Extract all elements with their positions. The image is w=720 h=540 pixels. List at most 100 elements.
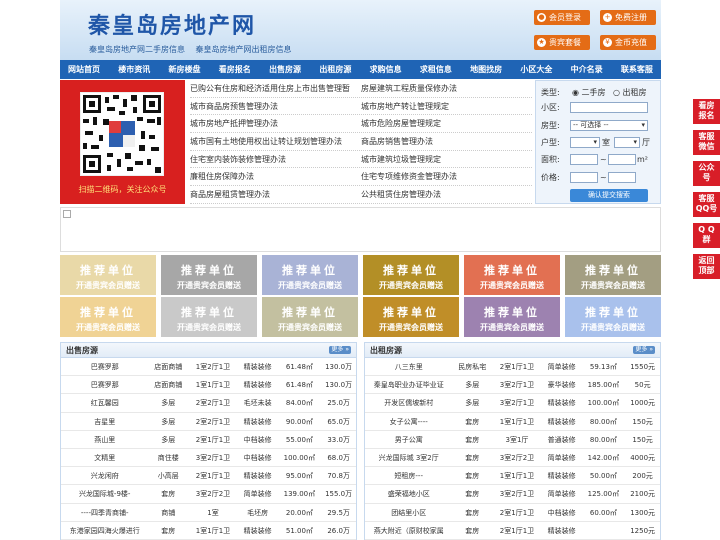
nav-home[interactable]: 网站首页 bbox=[68, 60, 100, 79]
login-button[interactable]: ● 会员登录 bbox=[534, 10, 590, 25]
regulation-link[interactable]: 商品房屋租赁管理办法 bbox=[190, 186, 361, 203]
table-cell[interactable]: 巴赛罗那 bbox=[61, 376, 148, 393]
sidebar-back-to-top[interactable]: 返回 顶部 bbox=[693, 254, 720, 279]
regulation-link[interactable]: 住宅室内装饰装修管理办法 bbox=[190, 151, 361, 168]
rent-more-button[interactable]: 更多 » bbox=[633, 346, 655, 354]
table-row[interactable]: 团结里小区 套房 2室1厅1卫 中档装修 60.00㎡ 1300元 bbox=[365, 504, 660, 522]
table-cell[interactable]: 文精里 bbox=[61, 449, 148, 466]
table-cell[interactable]: 东港家园四海火爆进行 bbox=[61, 522, 148, 539]
table-row[interactable]: 巴赛罗那 店面商铺 1室2厅1卫 精装装修 61.48㎡ 130.0万 bbox=[61, 358, 356, 377]
radio-sale[interactable]: ◉ 二手房 bbox=[572, 87, 606, 98]
regulation-link[interactable]: 廉租住房保障办法 bbox=[190, 168, 361, 185]
vip-package-button[interactable]: ★ 贵宾套餐 bbox=[534, 35, 590, 50]
nav-sale-listings[interactable]: 出售房源 bbox=[269, 60, 301, 79]
regulation-link[interactable]: 城市危险房屋管理规定 bbox=[361, 115, 532, 132]
hall-count-select[interactable]: ▾ bbox=[614, 137, 640, 148]
table-cell[interactable]: 兴龙国际城 3室2厅 bbox=[365, 449, 452, 466]
recommended-unit-slot[interactable]: 推荐单位 开通贵宾会员赠送 bbox=[60, 297, 156, 337]
recommended-unit-slot[interactable]: 推荐单位 开通贵宾会员赠送 bbox=[262, 255, 358, 295]
table-row[interactable]: ----四季青商铺- 商铺 1室 毛坯房 20.00㎡ 29.5万 bbox=[61, 504, 356, 522]
table-row[interactable]: 东港家园四海火爆进行 套房 1室1厅1卫 精装装修 51.00㎡ 26.0万 bbox=[61, 522, 356, 540]
recommended-unit-slot[interactable]: 推荐单位 开通贵宾会员赠送 bbox=[464, 297, 560, 337]
table-row[interactable]: 盛荣福地小区 套房 3室2厅1卫 简单装修 125.00㎡ 2100元 bbox=[365, 485, 660, 504]
nav-rent-listings[interactable]: 出租房源 bbox=[319, 60, 351, 79]
table-row[interactable]: 秦皇岛职业办证毕业证 多层 3室2厅1卫 豪华装修 185.00㎡ 50元 bbox=[365, 376, 660, 395]
regulation-link[interactable]: 已购公有住房和经济适用住房上市出售管理暂 bbox=[190, 80, 361, 97]
recommended-unit-slot[interactable]: 推荐单位 开通贵宾会员赠送 bbox=[161, 297, 257, 337]
table-row[interactable]: 兴龙国际城 3室2厅 套房 3室2厅2卫 简单装修 142.00㎡ 4000元 bbox=[365, 449, 660, 468]
link-sale-info[interactable]: 秦皇岛房地产网二手房信息 bbox=[89, 45, 185, 54]
table-row[interactable]: 八三东里 民房私宅 2室1厅1卫 简单装修 59.13㎡ 1550元 bbox=[365, 358, 660, 377]
table-cell[interactable]: 开发区儒坡新村 bbox=[365, 394, 452, 411]
regulation-link[interactable]: 城市商品房预售管理办法 bbox=[190, 98, 361, 115]
coin-recharge-button[interactable]: ¥ 金币充值 bbox=[600, 35, 656, 50]
table-cell[interactable]: 男子公寓 bbox=[365, 431, 452, 448]
area-min-input[interactable] bbox=[570, 154, 598, 165]
table-cell[interactable]: 八三东里 bbox=[365, 358, 452, 375]
sidebar-wechat[interactable]: 客服 微信 bbox=[693, 130, 720, 155]
table-cell[interactable]: 秦皇岛职业办证毕业证 bbox=[365, 376, 452, 393]
table-cell[interactable]: 红瓦馨园 bbox=[61, 394, 148, 411]
nav-wanted-buy[interactable]: 求购信息 bbox=[370, 60, 402, 79]
table-row[interactable]: 吉星里 多层 2室2厅1卫 精装装修 90.00㎡ 65.0万 bbox=[61, 413, 356, 431]
table-cell[interactable]: ----四季青商铺- bbox=[61, 504, 148, 521]
room-count-select[interactable]: ▾ bbox=[570, 137, 600, 148]
sidebar-viewing-signup[interactable]: 看房 报名 bbox=[693, 99, 720, 124]
table-row[interactable]: 男子公寓 套房 3室1厅 普通装修 80.00㎡ 150元 bbox=[365, 431, 660, 449]
banner-ad[interactable] bbox=[60, 207, 661, 252]
sidebar-qq[interactable]: 客服 QQ号 bbox=[693, 192, 720, 217]
table-cell[interactable]: 女子公寓---- bbox=[365, 413, 452, 430]
search-submit-button[interactable]: 确认提交搜索 bbox=[570, 189, 648, 202]
room-type-select[interactable]: -- 可选择 -- ▾ bbox=[570, 120, 648, 131]
recommended-unit-slot[interactable]: 推荐单位 开通贵宾会员赠送 bbox=[161, 255, 257, 295]
table-cell[interactable]: 吉星里 bbox=[61, 413, 148, 430]
table-cell[interactable]: 盛荣福地小区 bbox=[365, 485, 452, 502]
regulation-link[interactable]: 城市国有土地使用权出让转让规划管理办法 bbox=[190, 133, 361, 150]
table-cell[interactable]: 燕大附近（原财校家属 bbox=[365, 522, 452, 539]
table-cell[interactable]: 短租房--- bbox=[365, 467, 452, 484]
nav-news[interactable]: 楼市资讯 bbox=[118, 60, 150, 79]
table-row[interactable]: 开发区儒坡新村 多层 3室2厅1卫 精装装修 100.00㎡ 1000元 bbox=[365, 394, 660, 413]
table-cell[interactable]: 兴龙国际城-9楼- bbox=[61, 485, 148, 502]
recommended-unit-slot[interactable]: 推荐单位 开通贵宾会员赠送 bbox=[363, 297, 459, 337]
regulation-link[interactable]: 商品房销售管理办法 bbox=[361, 133, 532, 150]
radio-rent[interactable]: ○ 出租房 bbox=[613, 87, 647, 98]
recommended-unit-slot[interactable]: 推荐单位 开通贵宾会员赠送 bbox=[60, 255, 156, 295]
regulation-link[interactable]: 公共租赁住房管理办法 bbox=[361, 186, 532, 203]
recommended-unit-slot[interactable]: 推荐单位 开通贵宾会员赠送 bbox=[565, 297, 661, 337]
nav-viewing-signup[interactable]: 看房报名 bbox=[219, 60, 251, 79]
price-max-input[interactable] bbox=[608, 172, 636, 183]
nav-agencies[interactable]: 中介名录 bbox=[571, 60, 603, 79]
recommended-unit-slot[interactable]: 推荐单位 开通贵宾会员赠送 bbox=[565, 255, 661, 295]
table-row[interactable]: 短租房--- 套房 1室1厅1卫 精装装修 50.00㎡ 200元 bbox=[365, 467, 660, 486]
nav-wanted-rent[interactable]: 求租信息 bbox=[420, 60, 452, 79]
table-cell[interactable]: 燕山里 bbox=[61, 431, 148, 448]
nav-map-search[interactable]: 地图找房 bbox=[470, 60, 502, 79]
table-cell[interactable]: 巴赛罗那 bbox=[61, 358, 148, 375]
sidebar-qq-group[interactable]: Q Q 群 bbox=[693, 223, 720, 248]
community-input[interactable] bbox=[570, 102, 648, 113]
table-row[interactable]: 红瓦馨园 多层 2室2厅1卫 毛坯未装 84.00㎡ 25.0万 bbox=[61, 394, 356, 413]
regulation-link[interactable]: 城市房地产抵押管理办法 bbox=[190, 115, 361, 132]
table-row[interactable]: 文精里 商住楼 3室2厅1卫 中档装修 100.00㎡ 68.0万 bbox=[61, 449, 356, 468]
regulation-link[interactable]: 房屋建筑工程质量保修办法 bbox=[361, 80, 532, 97]
recommended-unit-slot[interactable]: 推荐单位 开通贵宾会员赠送 bbox=[262, 297, 358, 337]
price-min-input[interactable] bbox=[570, 172, 598, 183]
table-row[interactable]: 女子公寓---- 套房 1室1厅1卫 精装装修 80.00㎡ 150元 bbox=[365, 413, 660, 431]
table-row[interactable]: 巴赛罗那 店面商铺 1室1厅1卫 精装装修 61.48㎡ 130.0万 bbox=[61, 376, 356, 395]
table-row[interactable]: 兴龙闲府 小高层 2室1厅1卫 精装装修 95.00㎡ 70.8万 bbox=[61, 467, 356, 486]
site-title[interactable]: 秦皇岛房地产网 bbox=[88, 8, 256, 40]
link-rent-info[interactable]: 秦皇岛房地产网出租房信息 bbox=[196, 45, 292, 54]
nav-new-homes[interactable]: 新房楼盘 bbox=[169, 60, 201, 79]
nav-contact[interactable]: 联系客服 bbox=[621, 60, 653, 79]
table-row[interactable]: 燕山里 多层 2室1厅1卫 中档装修 55.00㎡ 33.0万 bbox=[61, 431, 356, 449]
regulation-link[interactable]: 住宅专项维修资金管理办法 bbox=[361, 168, 532, 185]
sale-more-button[interactable]: 更多 » bbox=[329, 346, 351, 354]
regulation-link[interactable]: 城市房地产转让管理规定 bbox=[361, 98, 532, 115]
table-cell[interactable]: 团结里小区 bbox=[365, 504, 452, 521]
nav-communities[interactable]: 小区大全 bbox=[520, 60, 552, 79]
area-max-input[interactable] bbox=[608, 154, 636, 165]
recommended-unit-slot[interactable]: 推荐单位 开通贵宾会员赠送 bbox=[363, 255, 459, 295]
table-row[interactable]: 兴龙国际城-9楼- 套房 3室2厅2卫 简单装修 139.00㎡ 155.0万 bbox=[61, 485, 356, 504]
regulation-link[interactable]: 城市建筑垃圾管理规定 bbox=[361, 151, 532, 168]
